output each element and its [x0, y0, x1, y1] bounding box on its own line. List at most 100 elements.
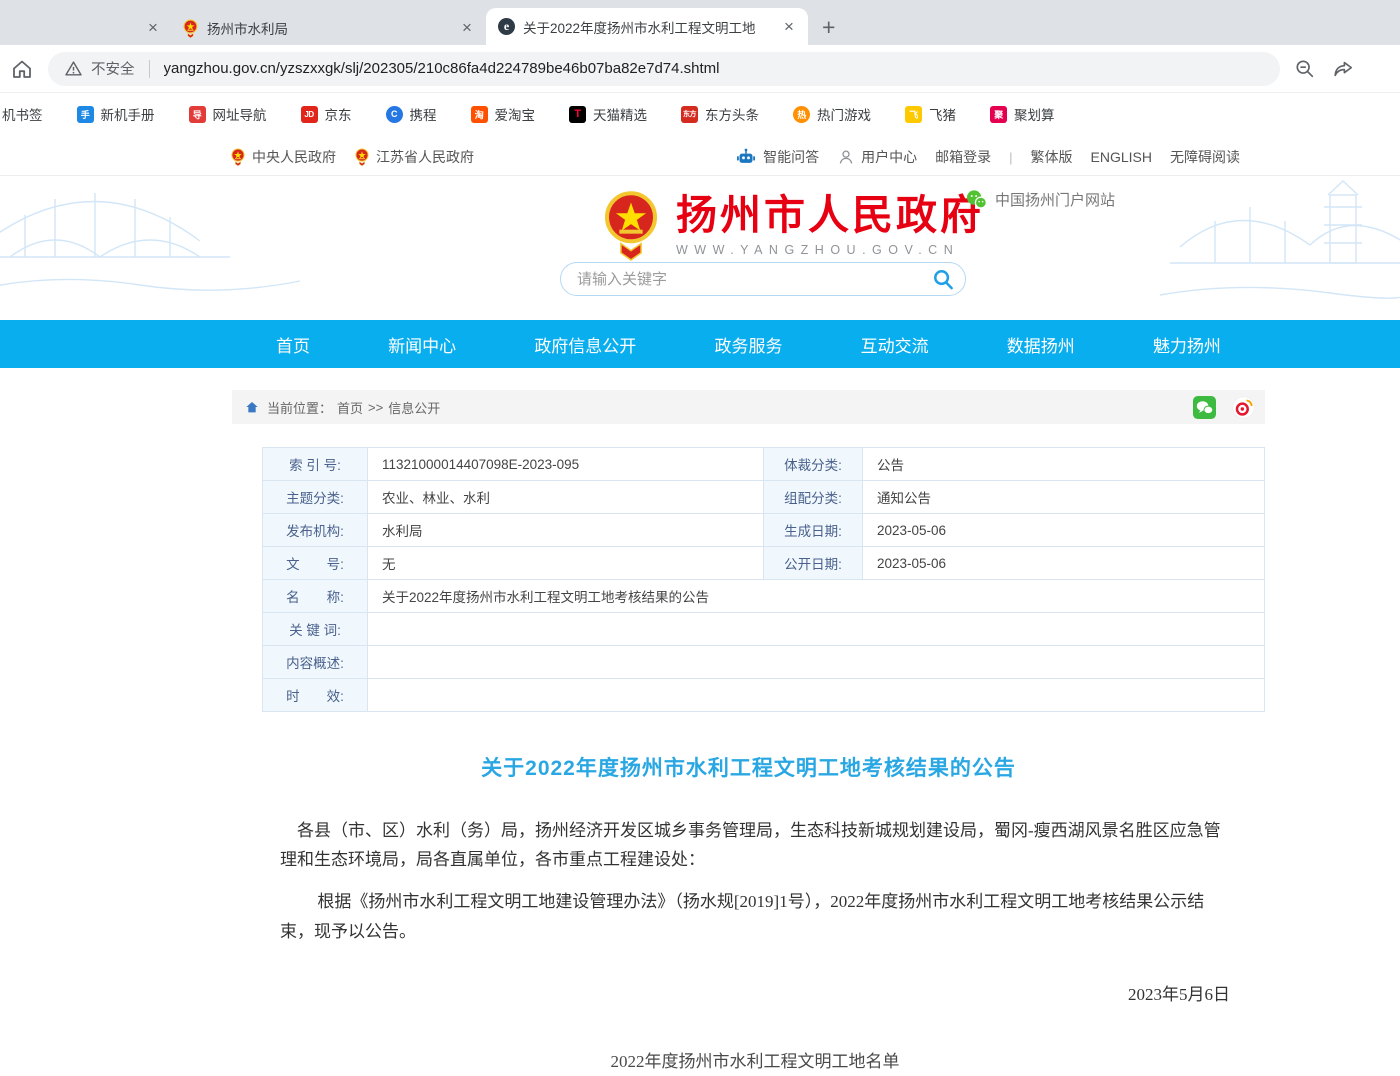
bookmark-item[interactable]: C 携程 [386, 104, 437, 124]
home-icon[interactable] [10, 57, 34, 81]
bookmark-item[interactable]: 机书签 [2, 104, 43, 124]
weibo-share-icon[interactable] [1232, 396, 1255, 419]
bookmark-favicon: T [569, 106, 586, 123]
table-row: 关 键 词: [263, 613, 1264, 646]
site-logo[interactable]: 扬州市人民政府 WWW.YANGZHOU.GOV.CN [600, 189, 984, 261]
nav-item-news[interactable]: 新闻中心 [388, 332, 456, 357]
link-jiangsu-gov[interactable]: 江苏省人民政府 [354, 147, 474, 167]
bookmark-label: 机书签 [2, 104, 43, 124]
meta-label: 发布机构: [263, 514, 368, 546]
meta-value: 公告 [863, 448, 1266, 480]
omnibox-divider [149, 60, 150, 78]
gov-link-label: 中央人民政府 [252, 147, 336, 167]
table-row: 索 引 号: 11321000014407098E-2023-095 体裁分类:… [263, 448, 1264, 481]
meta-label: 公开日期: [764, 547, 863, 579]
search-input[interactable] [577, 271, 932, 288]
meta-label: 内容概述: [263, 646, 368, 678]
meta-label: 索 引 号: [263, 448, 368, 480]
security-label[interactable]: 不安全 [91, 58, 135, 79]
link-smart-qa[interactable]: 智能问答 [735, 147, 819, 167]
bookmark-favicon: 导 [189, 106, 206, 123]
nav-item-info-disclosure[interactable]: 政府信息公开 [534, 332, 636, 357]
gov-link-label: 江苏省人民政府 [376, 147, 474, 167]
site-search [560, 262, 966, 296]
bookmark-favicon: 飞 [905, 106, 922, 123]
bookmark-favicon: C [386, 106, 403, 123]
meta-value [368, 646, 1266, 678]
nav-item-data[interactable]: 数据扬州 [1007, 332, 1075, 357]
bookmark-item[interactable]: 东方 东方头条 [681, 104, 759, 124]
nav-item-charm[interactable]: 魅力扬州 [1153, 332, 1221, 357]
link-accessibility[interactable]: 无障碍阅读 [1170, 147, 1240, 167]
article-paragraph: 各县（市、区）水利（务）局，扬州经济开发区城乡事务管理局，生态科技新城规划建设局… [280, 816, 1230, 874]
portal-label: 中国扬州门户网站 [995, 189, 1115, 210]
bookmark-item[interactable]: 手 新机手册 [77, 104, 155, 124]
search-icon[interactable] [932, 268, 955, 291]
table-row: 名 称: 关于2022年度扬州市水利工程文明工地考核结果的公告 [263, 580, 1264, 613]
bookmark-label: 新机手册 [101, 104, 155, 124]
address-bar-actions [1294, 58, 1354, 80]
nav-item-interaction[interactable]: 互动交流 [861, 332, 929, 357]
site-url: WWW.YANGZHOU.GOV.CN [676, 243, 984, 257]
close-icon[interactable]: × [778, 16, 800, 38]
breadcrumb-current[interactable]: 信息公开 [388, 398, 440, 417]
home-icon [244, 399, 260, 415]
meta-label: 生成日期: [764, 514, 863, 546]
bookmark-item[interactable]: 热 热门游戏 [793, 104, 871, 124]
link-user-center[interactable]: 用户中心 [837, 147, 917, 167]
browser-address-bar: 不安全 yangzhou.gov.cn/yzszxxgk/slj/202305/… [0, 45, 1400, 93]
bookmark-favicon: 手 [77, 106, 94, 123]
meta-value: 无 [368, 547, 764, 579]
tab-shuiliju[interactable]: 扬州市水利局 × [170, 11, 486, 45]
url-omnibox[interactable]: 不安全 yangzhou.gov.cn/yzszxxgk/slj/202305/… [48, 52, 1280, 86]
bookmark-favicon: 淘 [471, 106, 488, 123]
site-name: 扬州市人民政府 [676, 193, 984, 238]
meta-label: 组配分类: [764, 481, 863, 513]
breadcrumb-home-link[interactable]: 首页 [337, 398, 363, 417]
link-central-gov[interactable]: 中央人民政府 [230, 147, 336, 167]
meta-value: 关于2022年度扬州市水利工程文明工地考核结果的公告 [368, 580, 1266, 612]
bookmark-favicon: 聚 [990, 106, 1007, 123]
bookmark-label: 热门游戏 [817, 104, 871, 124]
link-english[interactable]: ENGLISH [1091, 149, 1152, 165]
page-content: 当前位置： 首页 >> 信息公开 索 引 号: 1132100001440709… [0, 368, 1400, 997]
new-tab-button[interactable]: + [822, 17, 835, 37]
portal-link[interactable]: 中国扬州门户网站 [966, 189, 1115, 210]
meta-value: 水利局 [368, 514, 764, 546]
bookmark-item[interactable]: JD 京东 [301, 104, 352, 124]
nav-item-home[interactable]: 首页 [276, 332, 310, 357]
meta-label: 文 号: [263, 547, 368, 579]
bookmark-item[interactable]: 淘 爱淘宝 [471, 104, 536, 124]
bookmark-item[interactable]: 飞 飞猪 [905, 104, 956, 124]
bookmark-item[interactable]: 聚 聚划算 [990, 104, 1055, 124]
share-icon[interactable] [1332, 58, 1354, 80]
zoom-out-icon[interactable] [1294, 58, 1316, 80]
nav-item-services[interactable]: 政务服务 [714, 332, 782, 357]
bookmark-label: 东方头条 [705, 104, 759, 124]
worksite-list-title: 2022年度扬州市水利工程文明工地名单 [280, 1047, 1230, 1076]
close-icon[interactable]: × [456, 17, 478, 39]
national-emblem-icon [230, 148, 246, 166]
bookmark-label: 聚划算 [1014, 104, 1055, 124]
wechat-share-icon[interactable] [1193, 396, 1216, 419]
tab-title: 关于2022年度扬州市水利工程文明工地 [523, 17, 770, 37]
link-traditional[interactable]: 繁体版 [1031, 147, 1073, 167]
browser-tab-bar: × 扬州市水利局 × e 关于2022年度扬州市水利工程文明工地 × + [0, 0, 1400, 45]
tab-active-announcement[interactable]: e 关于2022年度扬州市水利工程文明工地 × [486, 8, 808, 45]
national-emblem-logo [600, 189, 662, 261]
table-row: 发布机构: 水利局 生成日期: 2023-05-06 [263, 514, 1264, 547]
tab-partial[interactable]: × [0, 11, 170, 45]
meta-value: 通知公告 [863, 481, 1266, 513]
url-text[interactable]: yangzhou.gov.cn/yzszxxgk/slj/202305/210c… [164, 60, 720, 77]
bookmark-favicon: 东方 [681, 106, 698, 123]
robot-icon [735, 147, 757, 167]
bookmarks-bar: 机书签 手 新机手册 导 网址导航 JD 京东 C 携程 淘 爱淘宝 T 天猫精… [0, 93, 1400, 135]
meta-label: 主题分类: [263, 481, 368, 513]
link-mail-login[interactable]: 邮箱登录 [935, 147, 991, 167]
bookmark-label: 网址导航 [213, 104, 267, 124]
meta-label: 体裁分类: [764, 448, 863, 480]
bookmark-item[interactable]: T 天猫精选 [569, 104, 647, 124]
close-icon[interactable]: × [142, 17, 164, 39]
bookmark-item[interactable]: 导 网址导航 [189, 104, 267, 124]
article-title: 关于2022年度扬州市水利工程文明工地考核结果的公告 [232, 752, 1265, 782]
